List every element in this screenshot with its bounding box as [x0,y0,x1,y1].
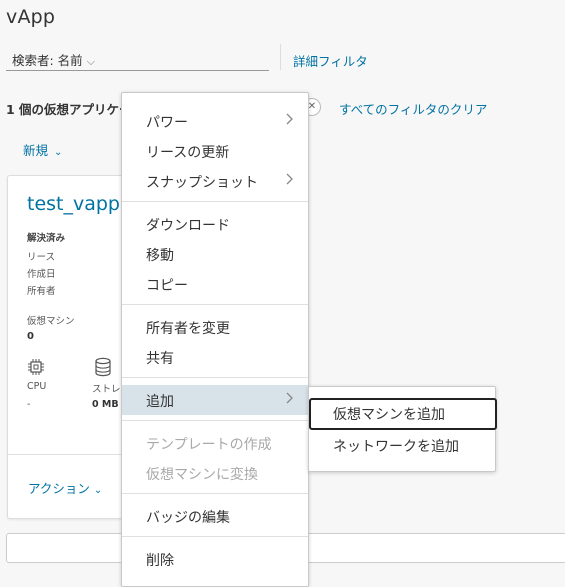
created-label: 作成日 [27,269,56,280]
menu-item-move[interactable]: 移動 [122,239,308,269]
menu-item-convert-to-vm: 仮想マシンに変換 [146,467,258,483]
chevron-down-icon[interactable]: ⌵ [87,55,95,69]
menu-item-snapshot[interactable]: スナップショット [122,166,308,196]
submenu-item-add-network[interactable]: ネットワークを追加 [309,430,495,460]
menu-separator [122,201,308,202]
menu-separator [122,377,308,378]
page-title: vApp [6,6,56,28]
menu-item-edit-badges[interactable]: バッジの編集 [122,501,308,531]
cpu-label: CPU [27,381,47,392]
menu-separator [122,493,308,494]
filter-count: 1 個の仮想アプリケーション [6,102,122,117]
new-button-label: 新規 [23,143,49,158]
chevron-down-icon: ⌄ [93,485,103,496]
menu-separator [122,420,308,421]
submenu-item-add-vm[interactable]: 仮想マシンを追加 [309,398,497,430]
search-label: 検索者: 名前 [12,53,83,68]
menu-item-power[interactable]: パワー [122,106,308,136]
actions-label: アクション [28,481,90,496]
menu-item-share[interactable]: 共有 [122,342,308,372]
vm-label: 仮想マシン [27,316,75,327]
menu-item-copy[interactable]: コピー [122,269,308,299]
menu-item-change-owner[interactable]: 所有者を変更 [122,312,308,342]
menu-separator [122,536,308,537]
vm-count: 0 [27,331,34,342]
lease-label: リース [27,252,56,263]
search-field[interactable]: 検索者: 名前 ⌵ [6,46,269,71]
add-submenu: 仮想マシンを追加 ネットワークを追加 [308,386,497,472]
divider [280,44,281,70]
menu-item-download[interactable]: ダウンロード [122,209,308,239]
vapp-name-link[interactable]: test_vapp [27,193,120,215]
actions-button[interactable]: アクション ⌄ [28,478,102,497]
menu-separator [122,304,308,305]
chevron-right-icon [286,173,293,185]
context-menu: パワー リースの更新 スナップショット ダウンロード 移動 コピー 所有者を変更… [121,92,309,587]
owner-label: 所有者 [27,286,56,297]
menu-item-add[interactable]: 追加 [122,385,308,415]
chevron-down-icon: ⌄ [54,147,63,158]
status-label: 解決済み [27,233,66,244]
cpu-value: - [27,399,31,410]
storage-icon [95,357,111,377]
cpu-icon [28,359,44,375]
menu-item-create-template: テンプレートの作成 [146,437,272,453]
menu-item-renew-lease[interactable]: リースの更新 [122,136,308,166]
advanced-filter-link[interactable]: 詳細フィルタ [293,51,368,70]
chevron-right-icon [286,392,293,404]
new-button[interactable]: 新規 ⌄ [23,140,62,159]
clear-filters-link[interactable]: すべてのフィルタのクリア [339,99,487,118]
menu-item-delete[interactable]: 削除 [122,544,308,574]
storage-value: 0 MB [92,399,119,410]
chevron-right-icon [286,113,293,125]
